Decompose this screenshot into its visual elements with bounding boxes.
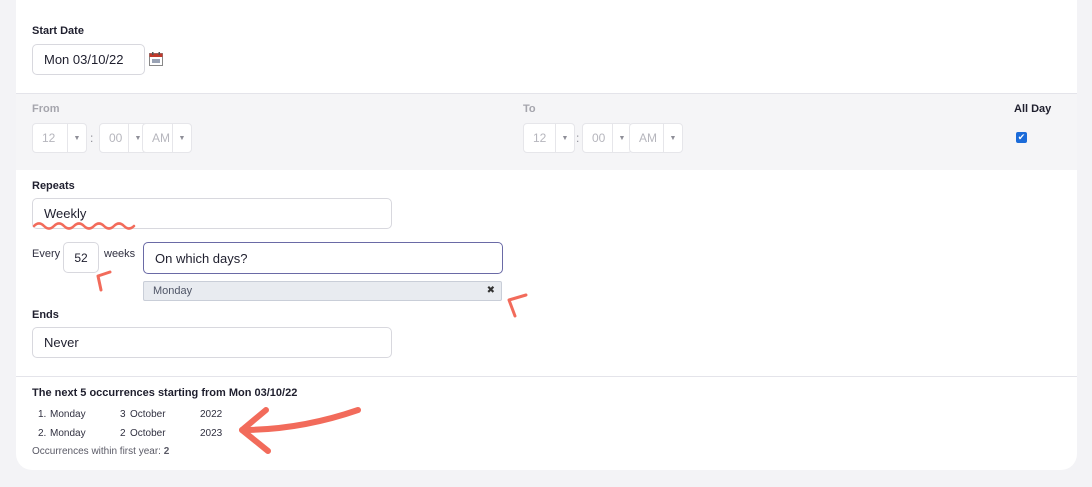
repeats-label: Repeats: [32, 180, 75, 192]
from-label: From: [32, 103, 60, 115]
to-ampm-value: AM: [639, 131, 657, 145]
selected-day-tag: Monday ✖: [143, 281, 502, 301]
occurrences-summary-label: Occurrences within first year:: [32, 446, 161, 457]
from-hour-select[interactable]: 12 ▼: [32, 123, 87, 153]
to-minute-value: 00: [592, 131, 606, 145]
occurrences-title: The next 5 occurrences starting from Mon…: [32, 387, 298, 399]
occurrence-number: 2.: [38, 428, 47, 439]
to-label: To: [523, 103, 536, 115]
chevron-down-icon: ▼: [172, 124, 191, 152]
start-date-input[interactable]: Mon 03/10/22: [32, 44, 145, 75]
to-ampm-select[interactable]: AM ▼: [629, 123, 683, 153]
occurrence-weekday: Monday: [50, 409, 86, 420]
chevron-down-icon: ▼: [663, 124, 682, 152]
to-hour-value: 12: [533, 131, 547, 145]
section-divider: [16, 376, 1077, 377]
time-separator: :: [90, 131, 94, 145]
weeks-label: weeks: [104, 248, 136, 260]
occurrence-month: October: [130, 428, 166, 439]
from-minute-select[interactable]: 00 ▼: [99, 123, 148, 153]
ends-label: Ends: [32, 309, 59, 321]
all-day-checkbox[interactable]: ✔: [1016, 132, 1027, 143]
all-day-label: All Day: [1014, 103, 1052, 115]
occurrence-year: 2022: [200, 409, 223, 420]
interval-input[interactable]: 52: [63, 242, 99, 273]
occurrences-summary: Occurrences within first year: 2: [32, 446, 169, 457]
ends-value: Never: [44, 335, 79, 350]
repeats-select[interactable]: Weekly: [32, 198, 392, 229]
start-date-value: Mon 03/10/22: [44, 52, 124, 67]
time-separator: :: [576, 131, 580, 145]
occurrence-year: 2023: [200, 428, 223, 439]
occurrence-day: 2: [120, 428, 126, 439]
occurrences-summary-count: 2: [163, 446, 170, 457]
close-icon[interactable]: ✖: [487, 285, 495, 296]
days-input[interactable]: On which days?: [143, 242, 503, 274]
days-placeholder: On which days?: [155, 250, 248, 266]
occurrence-number: 1.: [38, 409, 47, 420]
calendar-icon[interactable]: [149, 52, 163, 66]
interval-value: 52: [74, 250, 88, 265]
to-minute-select[interactable]: 00 ▼: [582, 123, 632, 153]
occurrence-weekday: Monday: [50, 428, 86, 439]
selected-day-label: Monday: [153, 285, 193, 297]
from-minute-value: 00: [109, 131, 123, 145]
chevron-down-icon: ▼: [555, 124, 574, 152]
start-date-label: Start Date: [32, 25, 84, 37]
every-label: Every: [32, 248, 61, 260]
occurrence-month: October: [130, 409, 166, 420]
ends-select[interactable]: Never: [32, 327, 392, 358]
repeats-value: Weekly: [44, 206, 87, 221]
occurrence-day: 3: [120, 409, 126, 420]
from-ampm-value: AM: [152, 131, 170, 145]
from-ampm-select[interactable]: AM ▼: [142, 123, 192, 153]
to-hour-select[interactable]: 12 ▼: [523, 123, 575, 153]
chevron-down-icon: ▼: [67, 124, 86, 152]
recurrence-form-card: Start Date Mon 03/10/22 From To All Day …: [16, 0, 1077, 470]
checkmark-icon: ✔: [1017, 132, 1026, 142]
from-hour-value: 12: [42, 131, 56, 145]
